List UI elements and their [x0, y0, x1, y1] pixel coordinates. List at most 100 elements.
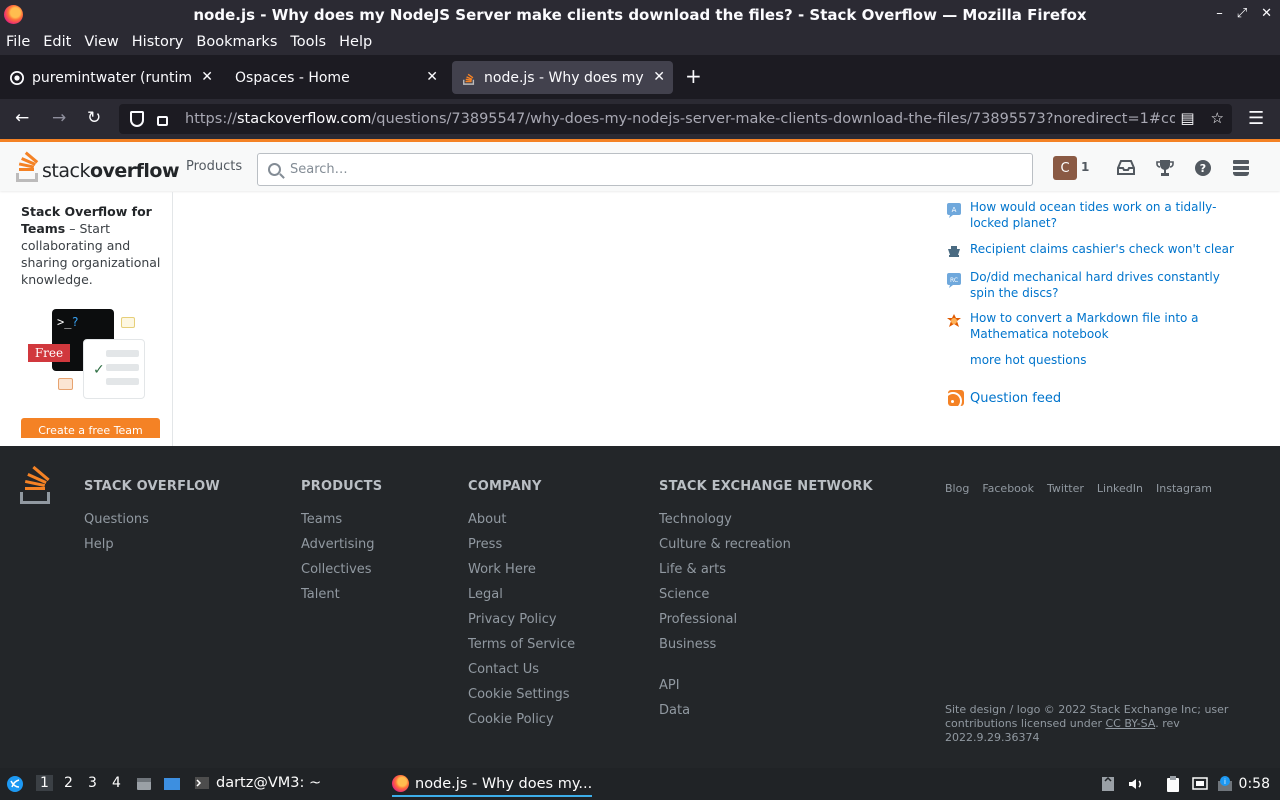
- taskbar-firefox[interactable]: node.js - Why does my...: [392, 775, 593, 797]
- inbox-icon[interactable]: [1116, 159, 1136, 177]
- footer-link-press[interactable]: Press: [468, 537, 502, 552]
- workspace-1[interactable]: 1: [36, 775, 53, 791]
- footer-so-logo-icon[interactable]: [20, 465, 52, 504]
- footer-link-help[interactable]: Help: [84, 537, 114, 552]
- site-switcher-icon[interactable]: [1231, 159, 1251, 177]
- footer-link-talent[interactable]: Talent: [301, 587, 340, 602]
- footer-link-blog[interactable]: Blog: [945, 482, 969, 495]
- taskbar-terminal[interactable]: dartz@VM3: ~: [194, 775, 321, 791]
- close-tab-icon[interactable]: ✕: [201, 69, 213, 85]
- reader-view-icon[interactable]: ▤: [1180, 109, 1194, 127]
- minimize-button[interactable]: –: [1216, 6, 1223, 21]
- tab-label: Ospaces - Home: [235, 69, 350, 86]
- workspace-4[interactable]: 4: [112, 775, 121, 791]
- reload-icon[interactable]: ↻: [87, 108, 101, 128]
- footer-link-technology[interactable]: Technology: [659, 512, 732, 527]
- footer-link-collectives[interactable]: Collectives: [301, 562, 372, 577]
- start-menu-icon[interactable]: [6, 775, 24, 793]
- footer-col-products: PRODUCTS Teams Advertising Collectives T…: [301, 479, 382, 602]
- menu-history[interactable]: History: [132, 34, 184, 50]
- footer-link-life-arts[interactable]: Life & arts: [659, 562, 726, 577]
- new-tab-button[interactable]: +: [685, 64, 702, 88]
- app-menu-icon[interactable]: ☰: [1248, 108, 1264, 129]
- create-free-team-button[interactable]: Create a free Team: [21, 418, 160, 438]
- footer-link-legal[interactable]: Legal: [468, 587, 503, 602]
- menu-help[interactable]: Help: [339, 34, 372, 50]
- clipboard-icon[interactable]: [1164, 775, 1182, 793]
- menu-bookmarks[interactable]: Bookmarks: [196, 34, 277, 50]
- os-taskbar: 1 2 3 4 dartz@VM3: ~ node.js - Why does …: [0, 768, 1280, 800]
- footer-link-facebook[interactable]: Facebook: [982, 482, 1034, 495]
- shield-icon[interactable]: [130, 111, 144, 127]
- url-bar[interactable]: https://stackoverflow.com/questions/7389…: [119, 104, 1232, 134]
- search-input[interactable]: [290, 162, 990, 177]
- footer-link-teams[interactable]: Teams: [301, 512, 342, 527]
- footer-col-stackoverflow: STACK OVERFLOW Questions Help: [84, 479, 220, 552]
- tab-puremintwater[interactable]: puremintwater (runtime) ✕: [0, 61, 221, 94]
- workspace-2[interactable]: 2: [64, 775, 73, 791]
- footer-link-science[interactable]: Science: [659, 587, 709, 602]
- footer-link-contact[interactable]: Contact Us: [468, 662, 539, 677]
- products-menu[interactable]: Products: [186, 159, 242, 174]
- close-tab-icon[interactable]: ✕: [426, 69, 438, 85]
- reputation-count[interactable]: 1: [1081, 160, 1089, 174]
- cc-by-sa-link[interactable]: CC BY-SA: [1105, 717, 1155, 730]
- svg-text:?: ?: [1200, 162, 1206, 175]
- so-logo[interactable]: stackoverflow: [16, 151, 180, 182]
- footer-heading[interactable]: STACK EXCHANGE NETWORK: [659, 479, 873, 494]
- help-icon[interactable]: ?: [1193, 159, 1213, 177]
- footer-social-links: Blog Facebook Twitter LinkedIn Instagram: [945, 482, 1212, 495]
- file-manager-icon[interactable]: [135, 775, 153, 793]
- close-tab-icon[interactable]: ✕: [653, 69, 665, 85]
- forward-icon[interactable]: →: [52, 108, 66, 128]
- url-text[interactable]: https://stackoverflow.com/questions/7389…: [185, 111, 1175, 127]
- footer-link-advertising[interactable]: Advertising: [301, 537, 375, 552]
- retrocomputing-site-icon: RC: [947, 273, 961, 288]
- more-hot-questions-link[interactable]: more hot questions: [970, 353, 1086, 367]
- footer-link-terms[interactable]: Terms of Service: [468, 637, 575, 652]
- volume-icon[interactable]: [1127, 775, 1145, 793]
- footer-link-cookie-policy[interactable]: Cookie Policy: [468, 712, 554, 727]
- lock-icon[interactable]: [157, 116, 168, 126]
- footer-heading[interactable]: PRODUCTS: [301, 479, 382, 494]
- footer-link-questions[interactable]: Questions: [84, 512, 149, 527]
- footer-link-cookie-settings[interactable]: Cookie Settings: [468, 687, 570, 702]
- footer-link-privacy[interactable]: Privacy Policy: [468, 612, 557, 627]
- desktop-icon[interactable]: [163, 775, 181, 793]
- svg-text:i: i: [1224, 778, 1226, 786]
- taskbar-clock[interactable]: 0:58: [1239, 776, 1270, 792]
- workspace-3[interactable]: 3: [88, 775, 97, 791]
- close-window-button[interactable]: ✕: [1261, 6, 1272, 21]
- left-sidebar: Stack Overflow for Teams – Start collabo…: [8, 192, 173, 446]
- teams-illustration: >_? Free ✓: [28, 309, 148, 404]
- footer-link-instagram[interactable]: Instagram: [1156, 482, 1212, 495]
- menu-view[interactable]: View: [84, 34, 118, 50]
- tab-ospaces[interactable]: Ospaces - Home ✕: [225, 61, 446, 94]
- footer-link-data[interactable]: Data: [659, 703, 690, 718]
- tab-node-js[interactable]: node.js - Why does my N ✕: [452, 61, 673, 94]
- user-avatar[interactable]: C: [1053, 156, 1077, 180]
- footer-link-about[interactable]: About: [468, 512, 506, 527]
- menu-file[interactable]: File: [6, 34, 30, 50]
- svg-text:RC: RC: [950, 277, 958, 284]
- notifications-icon[interactable]: i: [1216, 775, 1234, 793]
- footer-link-api[interactable]: API: [659, 678, 680, 693]
- footer-link-professional[interactable]: Professional: [659, 612, 737, 627]
- search-box[interactable]: [257, 153, 1033, 186]
- footer-link-business[interactable]: Business: [659, 637, 716, 652]
- menu-tools[interactable]: Tools: [290, 34, 326, 50]
- bookmark-star-icon[interactable]: ☆: [1211, 109, 1224, 127]
- footer-link-work-here[interactable]: Work Here: [468, 562, 536, 577]
- footer-link-culture[interactable]: Culture & recreation: [659, 537, 791, 552]
- footer-link-twitter[interactable]: Twitter: [1047, 482, 1084, 495]
- back-icon[interactable]: ←: [15, 108, 29, 128]
- network-icon[interactable]: [1191, 775, 1209, 793]
- achievements-trophy-icon[interactable]: [1155, 159, 1175, 177]
- printer-icon[interactable]: [1099, 775, 1117, 793]
- footer-heading[interactable]: COMPANY: [468, 479, 542, 494]
- menu-edit[interactable]: Edit: [43, 34, 71, 50]
- footer-link-linkedin[interactable]: LinkedIn: [1097, 482, 1143, 495]
- question-feed-link[interactable]: Question feed: [948, 390, 1061, 406]
- footer-heading[interactable]: STACK OVERFLOW: [84, 479, 220, 494]
- maximize-button[interactable]: ⤢: [1237, 6, 1247, 21]
